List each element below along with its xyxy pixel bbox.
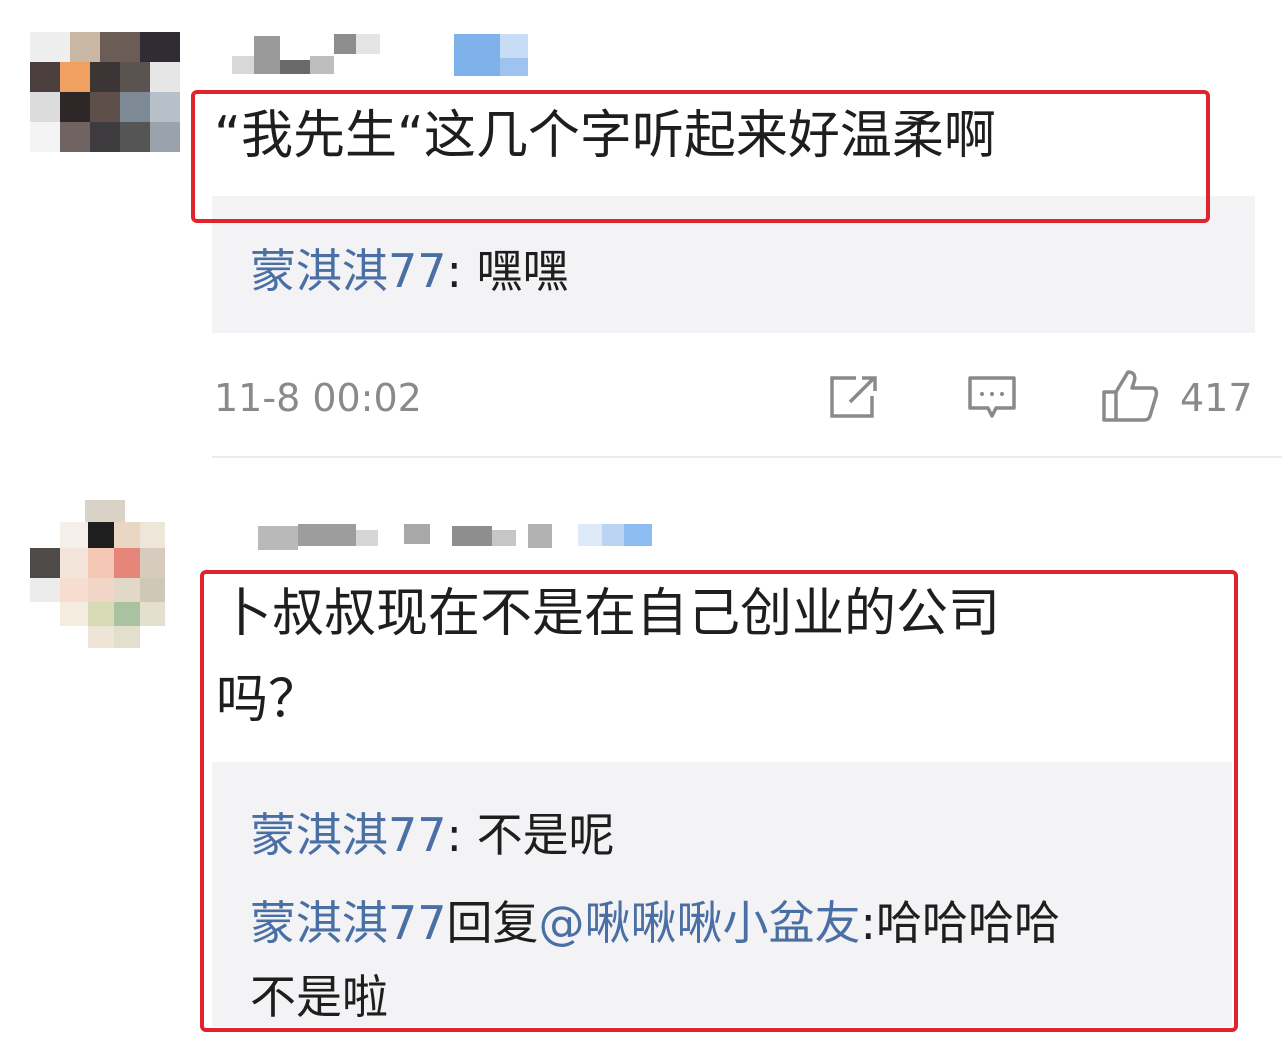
like-icon[interactable] [1100, 368, 1160, 424]
highlight-box [191, 90, 1210, 223]
highlight-box [200, 570, 1238, 1032]
reply-row: 蒙淇淇77: 嘿嘿 [250, 244, 569, 298]
comment-icon[interactable] [966, 374, 1018, 422]
comment-timestamp: 11-8 00:02 [214, 376, 422, 420]
avatar[interactable] [30, 500, 165, 648]
like-count: 417 [1180, 376, 1253, 420]
reply-username[interactable]: 蒙淇淇77 [250, 244, 447, 298]
edit-icon[interactable] [828, 374, 880, 420]
avatar[interactable] [30, 32, 180, 152]
reply-content: 嘿嘿 [476, 244, 569, 298]
divider [212, 456, 1282, 458]
